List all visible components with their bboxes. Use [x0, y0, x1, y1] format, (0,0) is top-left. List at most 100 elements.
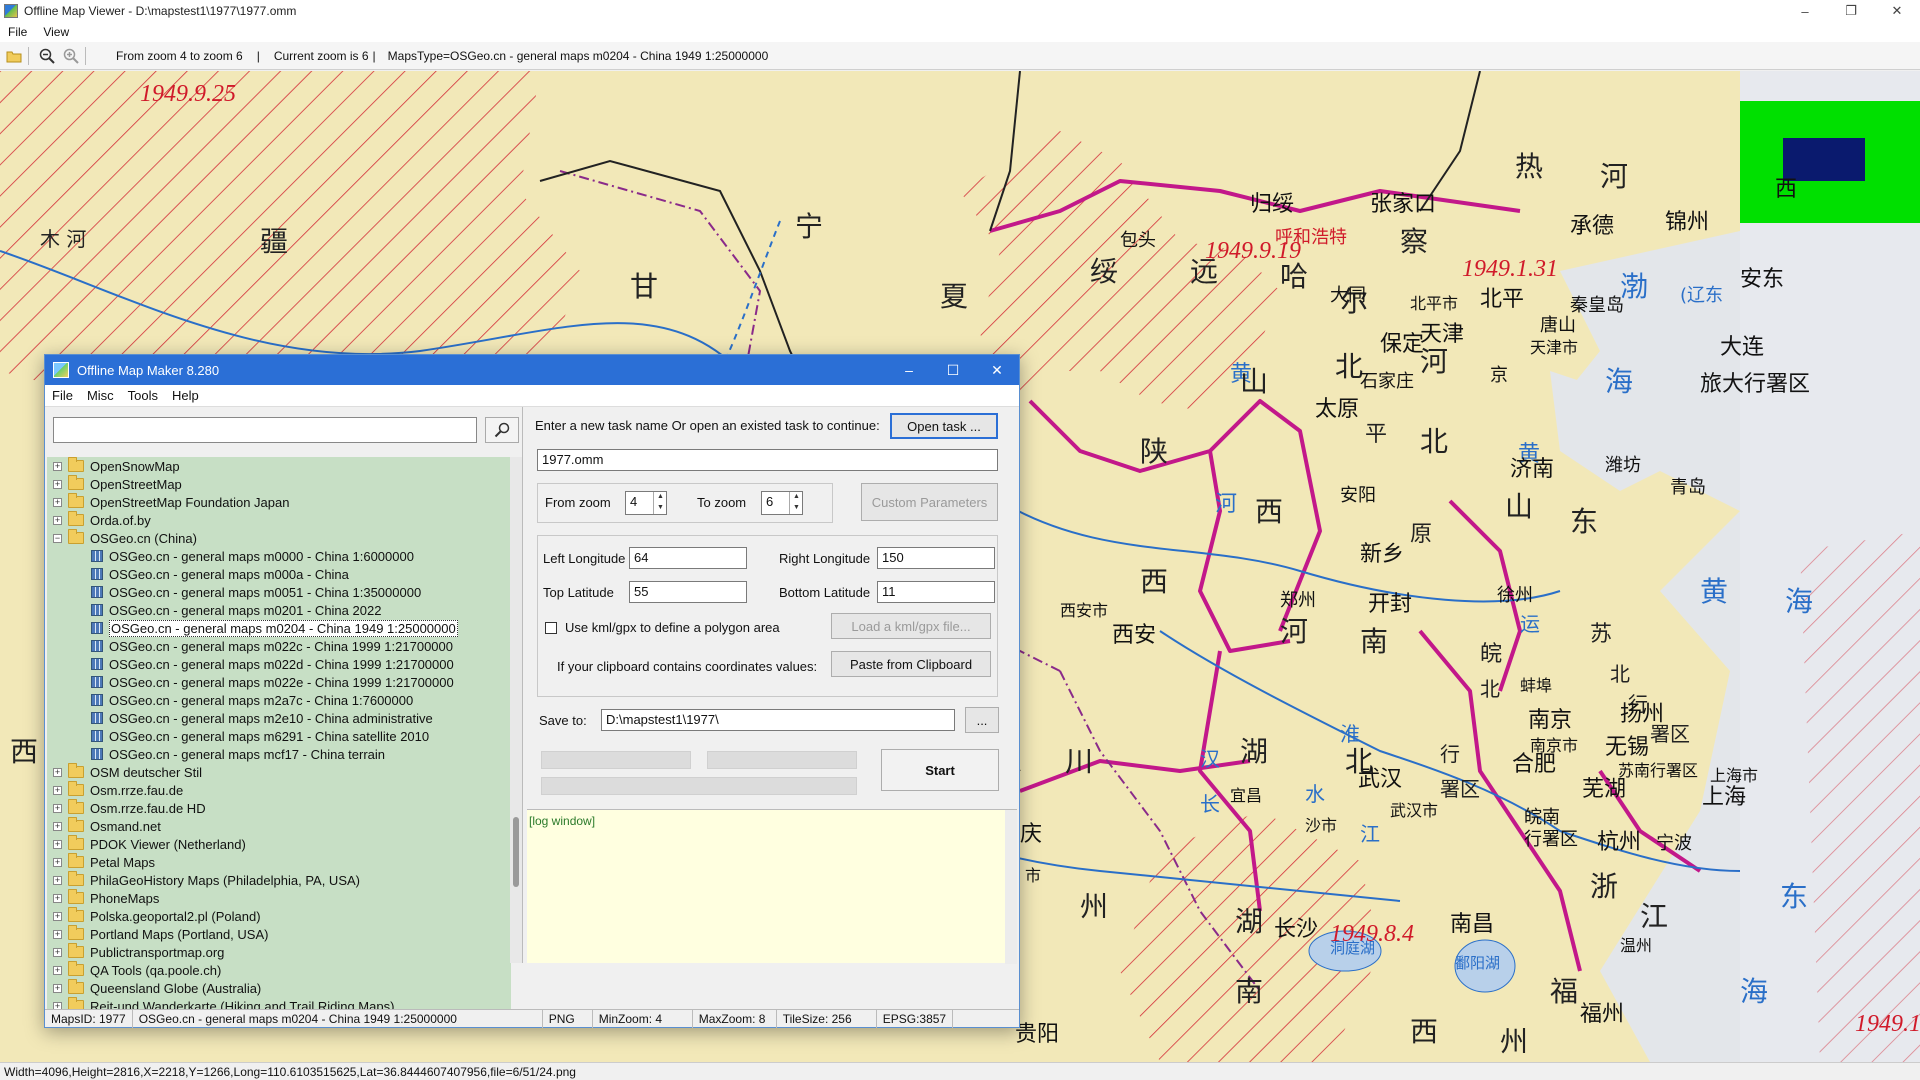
expand-icon[interactable]: +: [53, 929, 62, 939]
menu-view[interactable]: View: [35, 25, 77, 39]
tree-folder-item[interactable]: + Petal Maps: [47, 853, 511, 871]
top-latitude-field[interactable]: 55: [629, 581, 747, 603]
dialog-menu-tools[interactable]: Tools: [121, 388, 165, 403]
browse-button[interactable]: ...: [965, 707, 999, 733]
tree-map-item[interactable]: OSGeo.cn - general maps m022d - China 19…: [47, 655, 511, 673]
search-input[interactable]: [53, 417, 477, 443]
log-window[interactable]: [log window]: [527, 809, 1017, 964]
tree-folder-item[interactable]: + Portland Maps (Portland, USA): [47, 925, 511, 943]
tree-map-item[interactable]: OSGeo.cn - general maps m0051 - China 1:…: [47, 583, 511, 601]
minimize-icon[interactable]: –: [887, 355, 931, 385]
expand-icon[interactable]: +: [53, 515, 62, 525]
tree-map-item[interactable]: OSGeo.cn - general maps m0201 - China 20…: [47, 601, 511, 619]
expand-icon[interactable]: +: [53, 947, 62, 957]
close-icon[interactable]: ✕: [975, 355, 1019, 385]
expand-icon[interactable]: +: [53, 461, 62, 471]
expand-icon[interactable]: +: [53, 875, 62, 885]
svg-text:贵阳: 贵阳: [1015, 1022, 1059, 1047]
dialog-menu-file[interactable]: File: [45, 388, 80, 403]
tree-folder-item[interactable]: + OpenSnowMap: [47, 457, 511, 475]
expand-icon[interactable]: +: [53, 893, 62, 903]
to-zoom-stepper[interactable]: ▲ ▼: [789, 492, 803, 514]
tree-map-item[interactable]: OSGeo.cn - general maps m6291 - China sa…: [47, 727, 511, 745]
clipboard-prompt: If your clipboard contains coordinates v…: [557, 659, 818, 674]
zoom-in-icon[interactable]: [61, 46, 81, 66]
tree-scrollbar[interactable]: [510, 457, 522, 963]
start-button[interactable]: Start: [881, 749, 999, 791]
tree-folder-item[interactable]: + Orda.of.by: [47, 511, 511, 529]
restore-icon[interactable]: ❐: [1828, 0, 1874, 22]
expand-icon[interactable]: +: [53, 821, 62, 831]
tree-folder-item[interactable]: + Publictransportmap.org: [47, 943, 511, 961]
svg-text:北平: 北平: [1480, 287, 1524, 312]
tree-folder-item[interactable]: + Osmand.net: [47, 817, 511, 835]
task-name-field[interactable]: 1977.omm: [537, 449, 998, 471]
expand-icon[interactable]: +: [53, 857, 62, 867]
folder-icon: [68, 781, 84, 796]
right-longitude-field[interactable]: 150: [877, 547, 995, 569]
left-longitude-field[interactable]: 64: [629, 547, 747, 569]
tree-folder-item[interactable]: + PhoneMaps: [47, 889, 511, 907]
info-separator: |: [256, 48, 260, 63]
tree-folder-item[interactable]: + OpenStreetMap Foundation Japan: [47, 493, 511, 511]
expand-icon[interactable]: +: [53, 479, 62, 489]
open-task-button[interactable]: Open task ...: [890, 413, 998, 439]
dialog-menu-help[interactable]: Help: [165, 388, 206, 403]
load-kml-button[interactable]: Load a kml/gpx file...: [831, 613, 991, 639]
tree-map-item[interactable]: OSGeo.cn - general maps m022e - China 19…: [47, 673, 511, 691]
maximize-icon[interactable]: ☐: [931, 355, 975, 385]
tree-map-item[interactable]: OSGeo.cn - general maps m0000 - China 1:…: [47, 547, 511, 565]
svg-text:湖: 湖: [1240, 735, 1268, 768]
search-button[interactable]: [485, 417, 519, 443]
expand-icon[interactable]: +: [53, 803, 62, 813]
tree-folder-item[interactable]: + PDOK Viewer (Netherland): [47, 835, 511, 853]
dialog-title-bar[interactable]: Offline Map Maker 8.280 – ☐ ✕: [45, 355, 1019, 385]
tree-map-item[interactable]: OSGeo.cn - general maps mcf17 - China te…: [47, 745, 511, 763]
menu-file[interactable]: File: [0, 25, 35, 39]
expand-icon[interactable]: +: [53, 965, 62, 975]
tree-map-item[interactable]: OSGeo.cn - general maps m022c - China 19…: [47, 637, 511, 655]
svg-text:北: 北: [1335, 350, 1363, 383]
zoom-out-icon[interactable]: [37, 46, 57, 66]
log-scrollbar[interactable]: [1005, 810, 1017, 964]
tree-folder-item[interactable]: + OpenStreetMap: [47, 475, 511, 493]
dialog-menu-misc[interactable]: Misc: [80, 388, 121, 403]
svg-text:湖: 湖: [1235, 905, 1263, 938]
expand-icon[interactable]: +: [53, 839, 62, 849]
close-icon[interactable]: ✕: [1874, 0, 1920, 22]
map-source-tree[interactable]: + OpenSnowMap + OpenStreetMap + OpenStreetMap…: [47, 457, 511, 1013]
tree-folder-item[interactable]: + Osm.rrze.fau.de HD: [47, 799, 511, 817]
expand-icon[interactable]: +: [53, 911, 62, 921]
to-zoom-label: To zoom: [697, 495, 747, 510]
tree-folder-item[interactable]: + OSM deutscher Stil: [47, 763, 511, 781]
tree-folder-item[interactable]: − OSGeo.cn (China): [47, 529, 511, 547]
expand-icon[interactable]: +: [53, 767, 62, 777]
svg-text:南昌: 南昌: [1450, 912, 1494, 937]
tree-folder-item[interactable]: + Osm.rrze.fau.de: [47, 781, 511, 799]
tree-folder-item[interactable]: + QA Tools (qa.poole.ch): [47, 961, 511, 979]
tree-folder-item[interactable]: + Polska.geoportal2.pl (Poland): [47, 907, 511, 925]
tree-map-item[interactable]: OSGeo.cn - general maps m2e10 - China ad…: [47, 709, 511, 727]
expand-icon[interactable]: +: [53, 497, 62, 507]
paste-from-clipboard-button[interactable]: Paste from Clipboard: [831, 651, 991, 677]
save-to-field[interactable]: D:\mapstest1\1977\: [601, 709, 955, 731]
top-latitude-label: Top Latitude: [543, 585, 614, 600]
kml-checkbox[interactable]: [545, 622, 557, 634]
minimize-icon[interactable]: –: [1782, 0, 1828, 22]
tree-folder-item[interactable]: + Queensland Globe (Australia): [47, 979, 511, 997]
svg-text:宁波: 宁波: [1656, 833, 1692, 854]
scrollbar-thumb[interactable]: [513, 817, 519, 887]
tree-map-item[interactable]: OSGeo.cn - general maps m000a - China: [47, 565, 511, 583]
bottom-latitude-field[interactable]: 11: [877, 581, 995, 603]
svg-text:杭州: 杭州: [1597, 830, 1641, 855]
tree-map-item[interactable]: OSGeo.cn - general maps m2a7c - China 1:…: [47, 691, 511, 709]
custom-parameters-button[interactable]: Custom Parameters: [861, 483, 998, 521]
collapse-icon[interactable]: −: [53, 533, 62, 543]
expand-icon[interactable]: +: [53, 785, 62, 795]
tree-map-item[interactable]: OSGeo.cn - general maps m0204 - China 19…: [47, 619, 511, 637]
expand-icon[interactable]: +: [53, 983, 62, 993]
from-zoom-stepper[interactable]: ▲ ▼: [653, 492, 667, 514]
open-folder-icon[interactable]: [4, 46, 24, 66]
tree-folder-item[interactable]: + PhilaGeoHistory Maps (Philadelphia, PA,…: [47, 871, 511, 889]
save-to-label: Save to:: [539, 713, 587, 728]
